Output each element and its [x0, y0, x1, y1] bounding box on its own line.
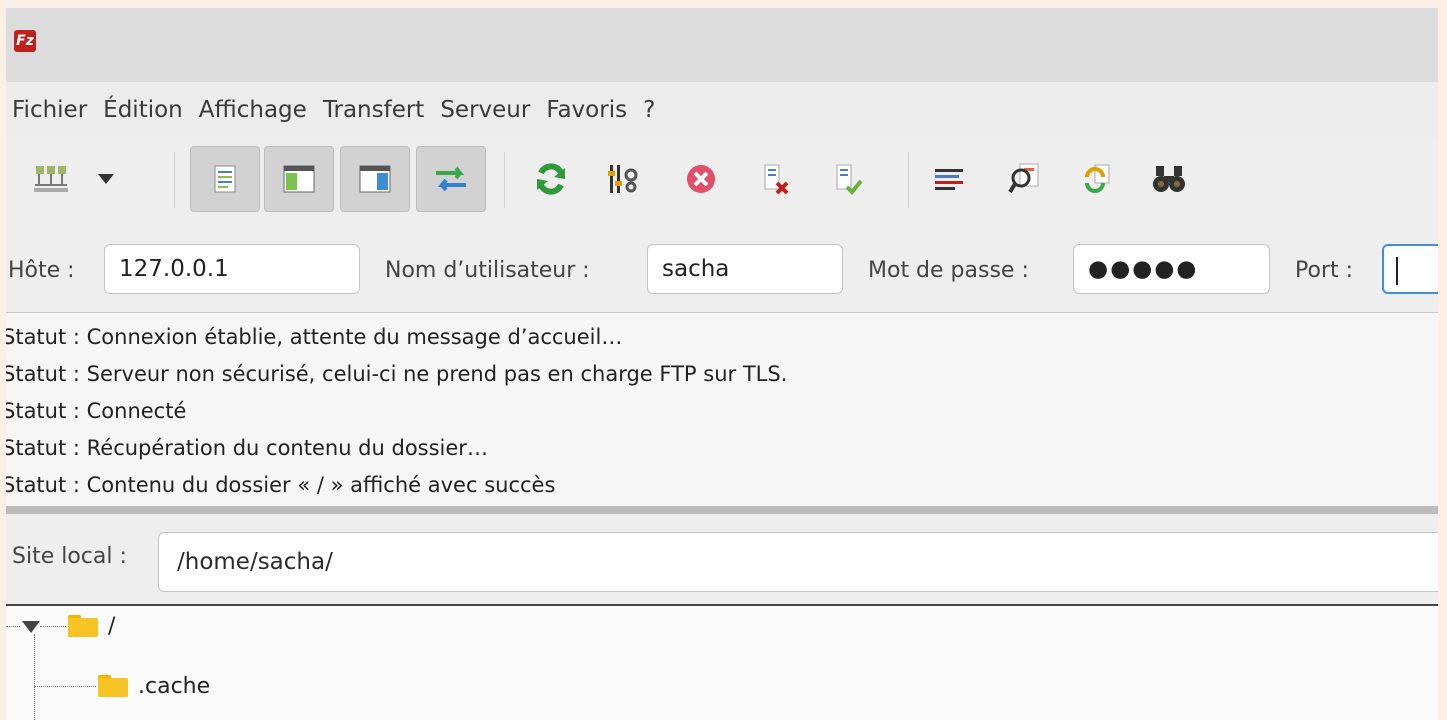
- compare-directories-button[interactable]: [990, 146, 1060, 212]
- tree-connector: [40, 626, 66, 627]
- remote-tree-toggle-icon: [359, 165, 391, 193]
- local-directory-tree[interactable]: / .cache: [6, 606, 1438, 720]
- refresh-button[interactable]: [516, 146, 586, 212]
- folder-icon: [98, 675, 128, 697]
- quickconnect-bar: Hôte : 127.0.0.1 Nom d’utilisateur : sac…: [6, 228, 1438, 313]
- local-site-label: Site local :: [12, 544, 127, 569]
- reconnect-button[interactable]: [812, 146, 882, 212]
- toggle-transfer-queue-button[interactable]: [416, 146, 486, 212]
- folder-icon: [68, 615, 98, 637]
- local-site-bar: Site local : /home/sacha/: [6, 514, 1438, 606]
- password-field[interactable]: ●●●●●: [1073, 244, 1270, 294]
- refresh-icon: [537, 163, 565, 195]
- menu-serveur[interactable]: Serveur: [440, 97, 530, 123]
- local-site-path-field[interactable]: /home/sacha/: [158, 532, 1438, 592]
- menu-help[interactable]: ?: [643, 97, 655, 123]
- menu-affichage[interactable]: Affichage: [199, 97, 307, 123]
- disconnect-icon: [764, 164, 789, 195]
- username-field[interactable]: sacha: [647, 244, 843, 294]
- cancel-operation-button[interactable]: [666, 146, 736, 212]
- log-line: Statut : Récupération du contenu du doss…: [6, 436, 488, 460]
- log-line: Statut : Serveur non sécurisé, celui-ci …: [6, 362, 788, 386]
- message-log[interactable]: Statut : Connexion établie, attente du m…: [6, 313, 1438, 514]
- tree-connector: [34, 634, 35, 720]
- password-label: Mot de passe :: [868, 258, 1029, 283]
- menu-favoris[interactable]: Favoris: [546, 97, 627, 123]
- log-line: Statut : Connecté: [6, 399, 187, 423]
- synchronized-browsing-icon: [1085, 164, 1110, 193]
- directory-filters-button[interactable]: [914, 146, 984, 212]
- filezilla-logo-icon: Fz: [14, 30, 36, 52]
- toolbar-separator: [504, 152, 505, 208]
- tree-connector: [34, 686, 96, 687]
- dropdown-arrow-icon: [98, 174, 114, 184]
- port-field[interactable]: [1382, 244, 1438, 294]
- title-bar: Fz: [6, 8, 1438, 82]
- directory-listing-filters-icon: [935, 169, 963, 190]
- port-label: Port :: [1295, 258, 1354, 283]
- toggle-local-tree-button[interactable]: [264, 146, 334, 212]
- text-caret: [1396, 256, 1398, 285]
- tree-connector: [6, 626, 20, 627]
- toolbar: [6, 138, 1438, 228]
- reconnect-icon: [836, 164, 863, 195]
- cancel-icon: [687, 165, 715, 193]
- site-manager-icon: [34, 166, 68, 192]
- filter-settings-icon: [608, 165, 638, 193]
- log-line: Statut : Connexion établie, attente du m…: [6, 325, 623, 349]
- collapse-arrow-icon[interactable]: [22, 621, 40, 633]
- menu-edition[interactable]: Édition: [103, 97, 183, 123]
- username-label: Nom d’utilisateur :: [385, 258, 590, 283]
- tree-item-label: /: [108, 613, 116, 639]
- toolbar-separator: [908, 152, 909, 208]
- toggle-remote-tree-button[interactable]: [340, 146, 410, 212]
- synchronized-browsing-button[interactable]: [1062, 146, 1132, 212]
- tree-item-cache[interactable]: .cache: [98, 666, 210, 706]
- log-line: Statut : Contenu du dossier « / » affich…: [6, 473, 556, 497]
- tree-item-root[interactable]: /: [68, 606, 115, 646]
- message-log-toggle-icon: [214, 165, 236, 193]
- site-manager-button[interactable]: [16, 146, 86, 212]
- disconnect-button[interactable]: [740, 146, 810, 212]
- menu-fichier[interactable]: Fichier: [12, 97, 87, 123]
- host-field[interactable]: 127.0.0.1: [104, 244, 360, 294]
- site-manager-dropdown[interactable]: [88, 146, 124, 212]
- filezilla-window: Fz Fichier Édition Affichage Transfert S…: [6, 8, 1438, 720]
- compare-directories-icon: [1008, 163, 1039, 194]
- menu-bar: Fichier Édition Affichage Transfert Serv…: [6, 82, 1438, 139]
- local-tree-toggle-icon: [283, 165, 315, 193]
- filter-settings-button[interactable]: [588, 146, 658, 212]
- menu-transfert[interactable]: Transfert: [323, 97, 425, 123]
- search-files-icon: [1153, 166, 1185, 192]
- host-label: Hôte :: [8, 258, 75, 283]
- toggle-message-log-button[interactable]: [190, 146, 260, 212]
- search-files-button[interactable]: [1134, 146, 1204, 212]
- tree-item-label: .cache: [138, 673, 211, 699]
- transfer-queue-toggle-icon: [436, 166, 466, 192]
- toolbar-separator: [174, 152, 175, 208]
